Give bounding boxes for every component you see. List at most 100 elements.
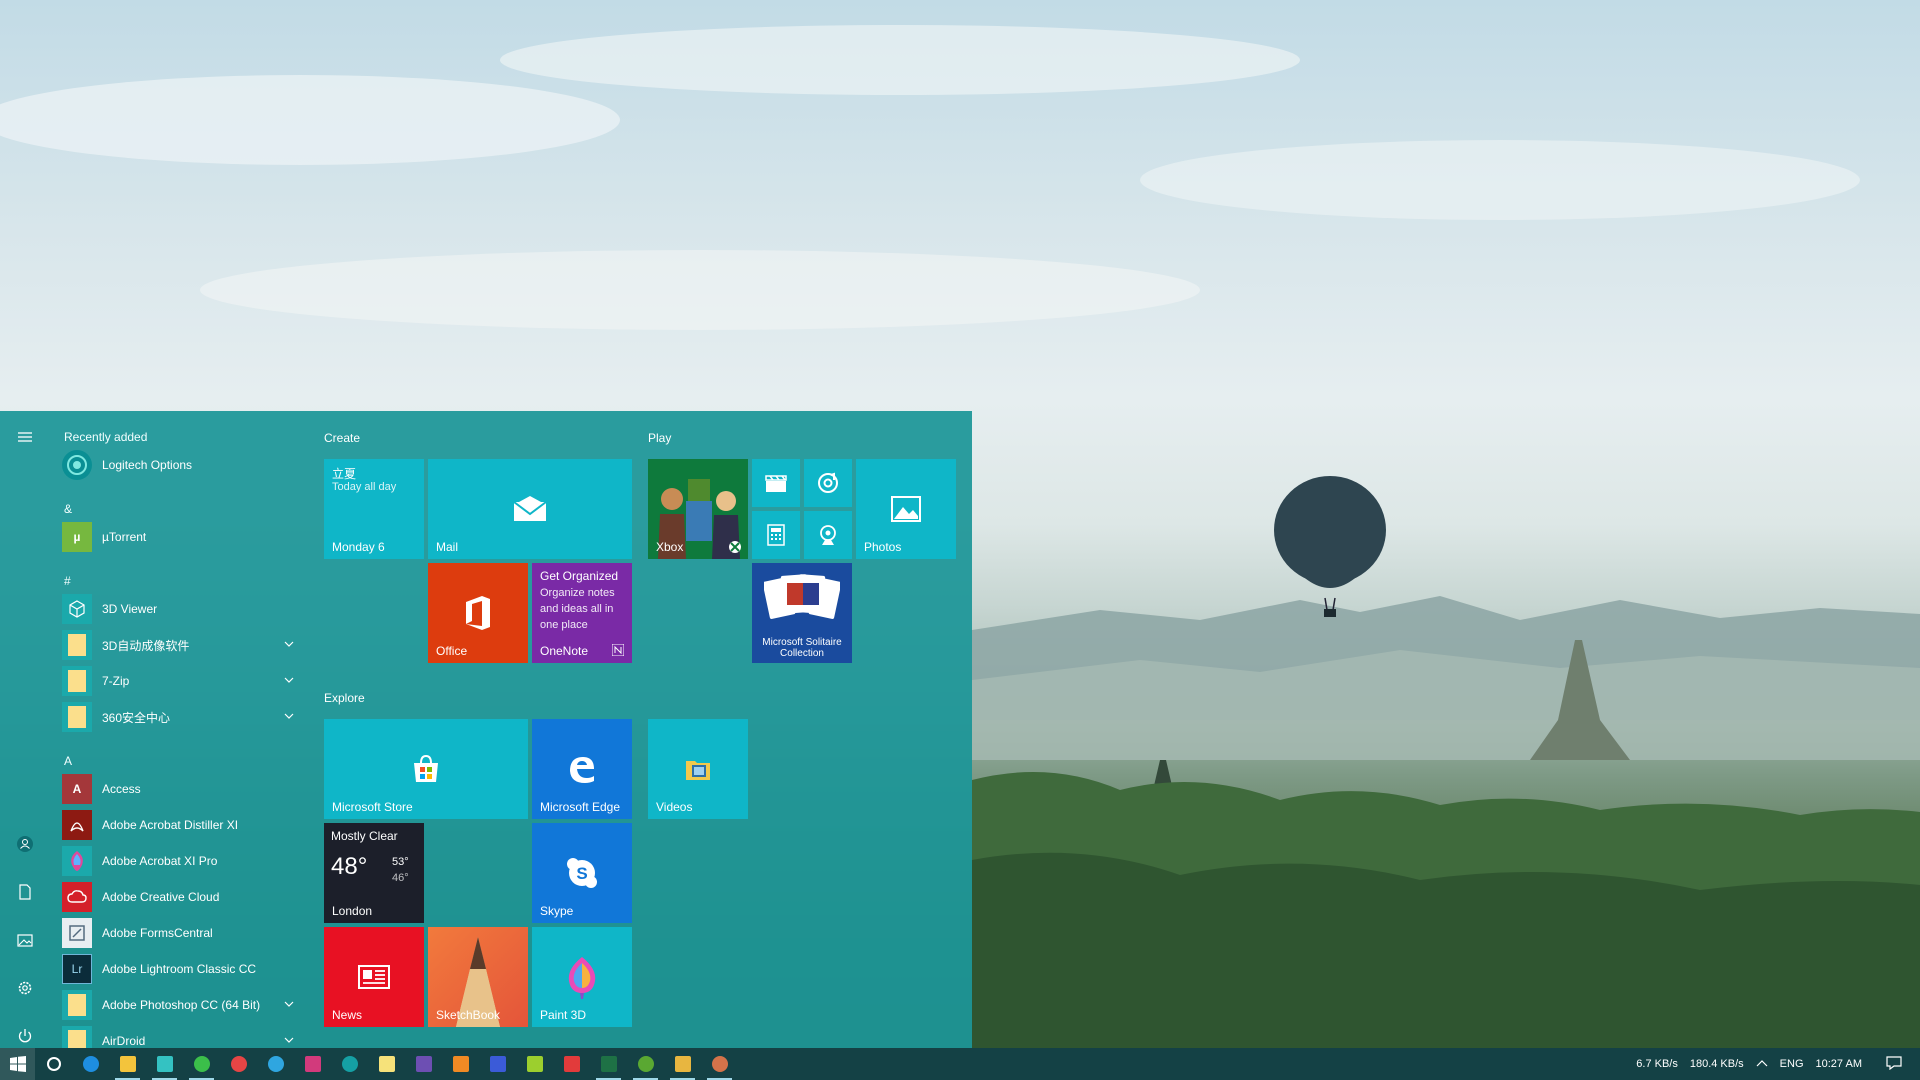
taskbar-app-13[interactable] xyxy=(516,1048,553,1080)
app-acrobat-pro[interactable]: Adobe Acrobat XI Pro xyxy=(62,844,302,878)
power-button[interactable] xyxy=(0,1012,50,1048)
taskbar-app-12[interactable] xyxy=(479,1048,516,1080)
section-a[interactable]: A xyxy=(64,754,72,768)
solitaire-label: Microsoft Solitaire Collection xyxy=(762,637,842,659)
edge-tile[interactable]: Microsoft Edge xyxy=(532,719,632,819)
taskbar-visual-studio[interactable] xyxy=(405,1048,442,1080)
weather-tile[interactable]: Mostly Clear 48° 53° 46° London xyxy=(324,823,424,923)
app-creative-cloud[interactable]: Adobe Creative Cloud xyxy=(62,880,302,914)
store-bag-icon xyxy=(414,754,438,782)
taskbar: 6.7 KB/s 180.4 KB/s ENG 10:27 AM xyxy=(0,1048,1920,1080)
taskbar-app-14[interactable] xyxy=(553,1048,590,1080)
folder-icon xyxy=(62,630,92,660)
folder-360-security[interactable]: 360安全中心 xyxy=(62,700,302,734)
taskbar-app-3[interactable] xyxy=(146,1048,183,1080)
onenote-tile[interactable]: Get Organized Organize notes and ideas a… xyxy=(532,563,632,663)
paint3d-tile[interactable]: Paint 3D xyxy=(532,927,632,1027)
start-button[interactable] xyxy=(0,1048,35,1080)
weather-city: London xyxy=(332,904,373,918)
action-center-button[interactable] xyxy=(1868,1055,1920,1073)
folder-icon xyxy=(62,1026,92,1048)
taskbar-app-16[interactable] xyxy=(627,1048,664,1080)
taskbar-excel[interactable] xyxy=(590,1048,627,1080)
chevron-down-icon[interactable] xyxy=(282,637,296,651)
folder-3d-imaging[interactable]: 3D自动成像软件 xyxy=(62,628,302,662)
section-hash[interactable]: # xyxy=(64,574,71,588)
notification-icon xyxy=(1886,1055,1902,1070)
photos-icon xyxy=(891,496,921,522)
pictures-button[interactable] xyxy=(0,916,50,964)
mail-tile[interactable]: Mail xyxy=(428,459,632,559)
power-icon xyxy=(18,1029,32,1043)
chevron-down-icon[interactable] xyxy=(282,997,296,1011)
photos-tile[interactable]: Photos xyxy=(856,459,956,559)
app-icon xyxy=(452,1056,469,1072)
office-tile[interactable]: Office xyxy=(428,563,528,663)
skype-icon: S xyxy=(567,858,597,888)
folder-icon xyxy=(62,702,92,732)
app-icon xyxy=(526,1056,543,1072)
app-acrobat-distiller[interactable]: Adobe Acrobat Distiller XI xyxy=(62,808,302,842)
logitech-icon xyxy=(62,450,92,480)
sketchbook-label: SketchBook xyxy=(436,1008,501,1022)
taskbar-app-17[interactable] xyxy=(664,1048,701,1080)
calculator-tile[interactable] xyxy=(752,511,800,559)
app-icon xyxy=(563,1056,580,1072)
user-account-button[interactable] xyxy=(0,820,50,868)
svg-text:S: S xyxy=(576,864,587,883)
acrobat-distiller-icon xyxy=(62,810,92,840)
app-logitech-options[interactable]: Logitech Options xyxy=(62,448,302,482)
taskbar-edge[interactable] xyxy=(72,1048,109,1080)
lightroom-icon: Lr xyxy=(62,954,92,984)
input-language-indicator[interactable]: ENG xyxy=(1774,1058,1810,1070)
taskbar-wechat[interactable] xyxy=(183,1048,220,1080)
xbox-tile[interactable]: Xbox xyxy=(648,459,748,559)
clock[interactable]: 10:27 AM xyxy=(1810,1058,1868,1070)
app-3d-viewer[interactable]: 3D Viewer xyxy=(62,592,302,626)
expand-menu-button[interactable] xyxy=(0,413,50,461)
taskbar-app-18[interactable] xyxy=(701,1048,738,1080)
xbox-label: Xbox xyxy=(656,540,684,554)
store-tile[interactable]: Microsoft Store xyxy=(324,719,528,819)
search-button[interactable] xyxy=(35,1048,72,1080)
app-utorrent[interactable]: µ µTorrent xyxy=(62,520,302,554)
camera-tile[interactable] xyxy=(804,511,852,559)
taskbar-app-11[interactable] xyxy=(442,1048,479,1080)
chevron-down-icon[interactable] xyxy=(282,1033,296,1047)
skype-tile[interactable]: S Skype xyxy=(532,823,632,923)
taskbar-app-5[interactable] xyxy=(220,1048,257,1080)
groove-music-tile[interactable] xyxy=(804,459,852,507)
movies-tv-tile[interactable] xyxy=(752,459,800,507)
app-forms-central[interactable]: Adobe FormsCentral xyxy=(62,916,302,950)
group-title-explore[interactable]: Explore xyxy=(324,691,365,705)
videos-tile[interactable]: Videos xyxy=(648,719,748,819)
chevron-down-icon[interactable] xyxy=(282,709,296,723)
app-label: Access xyxy=(102,782,141,796)
section-recently-added: Recently added xyxy=(64,430,148,444)
solitaire-tile[interactable]: Microsoft Solitaire Collection xyxy=(752,563,852,663)
taskbar-telegram[interactable] xyxy=(257,1048,294,1080)
visual-studio-icon xyxy=(415,1056,432,1072)
calendar-tile[interactable]: 立夏 Today all day Monday 6 xyxy=(324,459,424,559)
app-lightroom[interactable]: Lr Adobe Lightroom Classic CC xyxy=(62,952,302,986)
documents-button[interactable] xyxy=(0,868,50,916)
taskbar-file-explorer[interactable] xyxy=(109,1048,146,1080)
settings-button[interactable] xyxy=(0,964,50,1012)
mail-label: Mail xyxy=(436,540,459,554)
wechat-icon xyxy=(193,1056,210,1072)
group-title-create[interactable]: Create xyxy=(324,431,360,445)
section-ampersand[interactable]: & xyxy=(64,502,72,516)
folder-photoshop[interactable]: Adobe Photoshop CC (64 Bit) xyxy=(62,988,302,1022)
sketchbook-tile[interactable]: SketchBook xyxy=(428,927,528,1027)
folder-7zip[interactable]: 7-Zip xyxy=(62,664,302,698)
taskbar-arduino[interactable] xyxy=(331,1048,368,1080)
app-access[interactable]: A Access xyxy=(62,772,302,806)
group-title-play[interactable]: Play xyxy=(648,431,671,445)
taskbar-app-7[interactable] xyxy=(294,1048,331,1080)
show-hidden-icons-button[interactable] xyxy=(1750,1058,1774,1070)
news-tile[interactable]: News xyxy=(324,927,424,1027)
folder-airdroid[interactable]: AirDroid xyxy=(62,1024,302,1048)
taskbar-sticky-notes[interactable] xyxy=(368,1048,405,1080)
chevron-down-icon[interactable] xyxy=(282,673,296,687)
paint-drop-icon xyxy=(568,957,596,999)
